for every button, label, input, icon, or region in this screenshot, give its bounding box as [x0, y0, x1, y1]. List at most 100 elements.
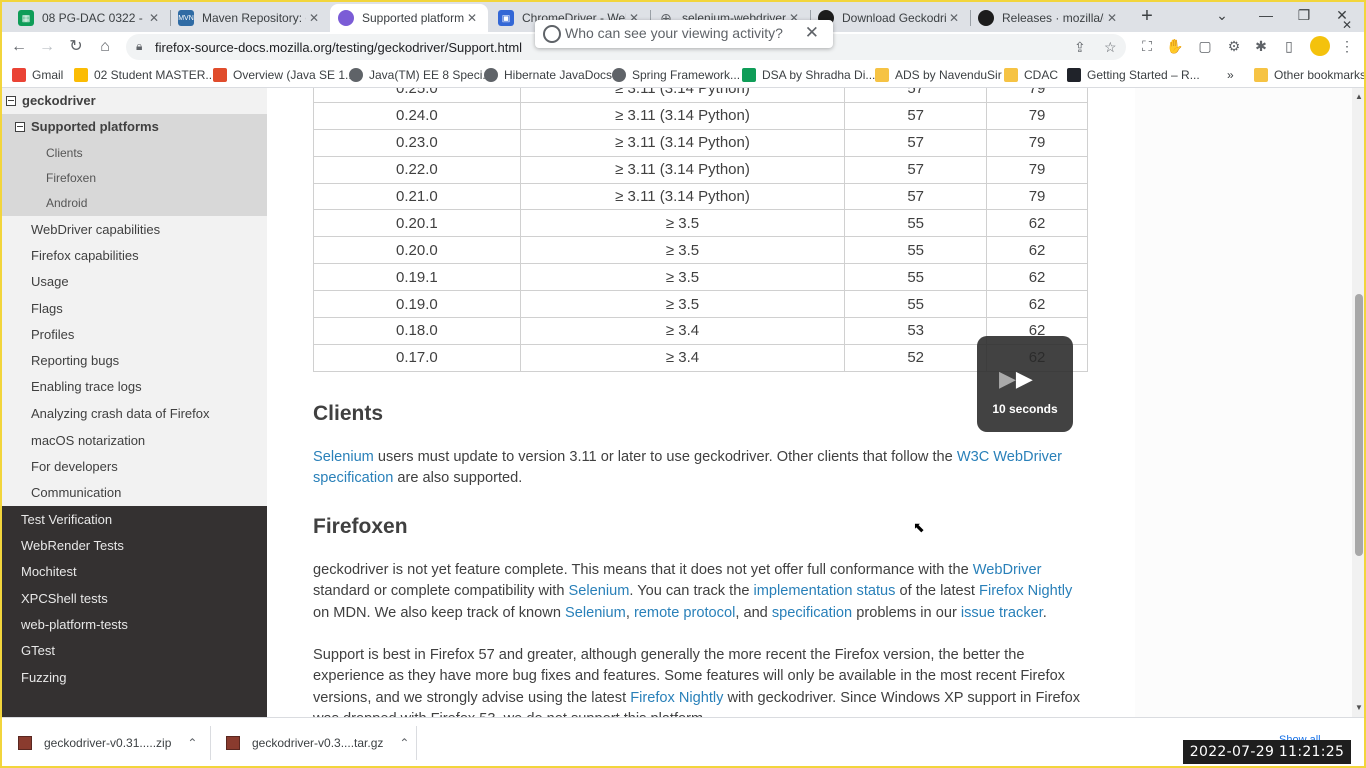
scrollbar-thumb[interactable]: [1355, 294, 1363, 556]
back-button[interactable]: ←: [8, 36, 30, 58]
sidebar-item-flags[interactable]: Flags: [31, 301, 63, 316]
extension-icon[interactable]: ⚙: [1225, 37, 1243, 55]
chevron-up-icon[interactable]: ⌃: [399, 736, 409, 750]
profile-avatar[interactable]: [1310, 36, 1330, 56]
table-cell: 0.22.0: [313, 155, 521, 184]
play-icon[interactable]: ▶▶: [999, 366, 1033, 392]
sidebar-item-usage[interactable]: Usage: [31, 274, 69, 289]
close-tab-icon[interactable]: ✕: [1104, 11, 1120, 25]
sidebar-item-xpcshell[interactable]: XPCShell tests: [21, 591, 108, 606]
sidebar-item-fuzzing[interactable]: Fuzzing: [21, 670, 67, 685]
search-icon: [543, 25, 561, 43]
viewing-activity-popup[interactable]: Who can see your viewing activity? ✕: [535, 20, 833, 48]
extension-icon[interactable]: ▢: [1196, 37, 1214, 55]
table-cell: 0.19.1: [313, 263, 521, 292]
share-icon[interactable]: ⇪: [1074, 39, 1086, 56]
tab-search-icon[interactable]: ⌄: [1202, 0, 1242, 30]
close-tab-icon[interactable]: ✕: [946, 11, 962, 25]
firefox-nightly-link[interactable]: Firefox Nightly: [979, 583, 1072, 599]
sidebar-item-geckodriver[interactable]: geckodriver: [6, 93, 96, 108]
sidebar-item-firefoxen[interactable]: Firefoxen: [46, 171, 96, 185]
lock-icon[interactable]: 🔒︎: [136, 39, 142, 54]
bookmark-dsa[interactable]: DSA by Shradha Di...: [742, 68, 875, 82]
sidebar-item-gtest[interactable]: GTest: [21, 643, 55, 658]
table-cell: 57: [844, 101, 988, 130]
sidebar-item-mochitest[interactable]: Mochitest: [21, 564, 77, 579]
bookmark-java-ee[interactable]: Java(TM) EE 8 Speci...: [349, 68, 492, 82]
video-skip-overlay[interactable]: ▶▶ 10 seconds: [977, 336, 1073, 432]
webdriver-link[interactable]: WebDriver: [973, 562, 1042, 578]
firefox-nightly-link[interactable]: Firefox Nightly: [630, 690, 723, 706]
scroll-up-icon[interactable]: ▲: [1352, 92, 1366, 101]
tab-supported-platforms[interactable]: Supported platforms ✕: [330, 4, 488, 32]
table-row: 0.18.0 ≥ 3.4 53 62: [313, 317, 1088, 345]
scroll-down-icon[interactable]: ▼: [1352, 703, 1366, 712]
firefoxen-heading: Firefoxen: [313, 515, 408, 538]
page-scrollbar[interactable]: ▲ ▼: [1352, 88, 1366, 717]
close-downloads-icon[interactable]: ✕: [1342, 18, 1352, 32]
table-cell: 55: [844, 236, 988, 265]
close-tab-icon[interactable]: ✕: [146, 11, 162, 25]
reload-button[interactable]: ↻: [65, 36, 87, 58]
extension-icon[interactable]: ✋: [1166, 37, 1184, 55]
sidebar-item-supported-platforms[interactable]: Supported platforms: [15, 119, 159, 134]
remote-protocol-link[interactable]: remote protocol: [634, 605, 735, 621]
bookmark-getting-started[interactable]: Getting Started – R...: [1067, 68, 1200, 82]
chevron-up-icon[interactable]: ⌃: [187, 736, 197, 750]
tab-github-releases[interactable]: Releases · mozilla/gec ✕: [970, 4, 1128, 32]
bookmarks-overflow-button[interactable]: »: [1227, 68, 1234, 82]
sidebar-item-webrender-tests[interactable]: WebRender Tests: [21, 538, 124, 553]
tab-zoom-sheet[interactable]: ▦ 08 PG-DAC 0322 - Zo ✕: [10, 4, 170, 32]
sidebar-item-crash-data[interactable]: Analyzing crash data of Firefox: [31, 406, 209, 421]
tab-download-geckodriver[interactable]: Download Geckodriv ✕: [810, 4, 970, 32]
menu-icon[interactable]: ⋮: [1338, 37, 1356, 55]
sidebar-item-firefox-capabilities[interactable]: Firefox capabilities: [31, 248, 139, 263]
close-tab-icon[interactable]: ✕: [306, 11, 322, 25]
bookmark-java-overview[interactable]: Overview (Java SE 1...: [213, 68, 355, 82]
selenium-issues-link[interactable]: Selenium: [565, 605, 626, 621]
sidebar-item-trace-logs[interactable]: Enabling trace logs: [31, 379, 142, 394]
home-button[interactable]: ⌂: [94, 36, 116, 58]
puzzle-extensions-icon[interactable]: ✱: [1252, 37, 1270, 55]
selenium-link[interactable]: Selenium: [313, 449, 374, 465]
close-popup-icon[interactable]: ✕: [805, 23, 819, 43]
implementation-status-link[interactable]: implementation status: [754, 583, 896, 599]
sidebar-item-web-platform-tests[interactable]: web-platform-tests: [21, 617, 128, 632]
sidebar-item-reporting-bugs[interactable]: Reporting bugs: [31, 353, 119, 368]
sidebar-item-developers[interactable]: For developers: [31, 459, 118, 474]
collapse-icon[interactable]: [6, 96, 16, 106]
folder-icon: [1004, 68, 1018, 82]
side-panel-icon[interactable]: ▯: [1280, 37, 1298, 55]
close-tab-icon[interactable]: ✕: [464, 11, 480, 25]
selenium-link[interactable]: Selenium: [569, 583, 630, 599]
download-item[interactable]: geckodriver-v0.3....tar.gz ⌃: [226, 736, 409, 750]
minimize-button[interactable]: —: [1246, 0, 1286, 30]
bookmark-ads-folder[interactable]: ADS by NavenduSir: [875, 68, 1002, 82]
sidebar-item-android[interactable]: Android: [46, 196, 87, 210]
sidebar-item-test-verification[interactable]: Test Verification: [21, 512, 112, 527]
bookmark-spring[interactable]: Spring Framework...: [612, 68, 740, 82]
table-cell: 79: [986, 128, 1088, 157]
sidebar-item-profiles[interactable]: Profiles: [31, 327, 74, 342]
sidebar-item-communication[interactable]: Communication: [31, 485, 121, 500]
sidebar-item-clients[interactable]: Clients: [46, 146, 83, 160]
restore-button[interactable]: ❐: [1284, 0, 1324, 30]
url-text[interactable]: firefox-source-docs.mozilla.org/testing/…: [155, 40, 522, 55]
issue-tracker-link[interactable]: issue tracker: [961, 605, 1043, 621]
bookmark-star-icon[interactable]: ☆: [1104, 39, 1117, 56]
bookmark-cdac-folder[interactable]: CDAC: [1004, 68, 1058, 82]
download-item[interactable]: geckodriver-v0.31.....zip ⌃: [18, 736, 197, 750]
other-bookmarks[interactable]: Other bookmarks: [1254, 68, 1366, 82]
bookmark-student-master[interactable]: 02 Student MASTER...: [74, 68, 215, 82]
firefox-docs-icon: [338, 10, 354, 26]
forward-button[interactable]: →: [36, 36, 58, 58]
bookmark-gmail[interactable]: Gmail: [12, 68, 63, 82]
sidebar-item-macos-notarization[interactable]: macOS notarization: [31, 433, 145, 448]
sidebar-item-webdriver-capabilities[interactable]: WebDriver capabilities: [31, 222, 160, 237]
new-tab-button[interactable]: +: [1136, 6, 1158, 28]
specification-link[interactable]: specification: [772, 605, 852, 621]
bookmark-hibernate[interactable]: Hibernate JavaDocs: [484, 68, 612, 82]
collapse-icon[interactable]: [15, 122, 25, 132]
screenshot-extension-icon[interactable]: ⛶: [1138, 37, 1156, 55]
tab-maven[interactable]: MVN Maven Repository: or ✕: [170, 4, 330, 32]
